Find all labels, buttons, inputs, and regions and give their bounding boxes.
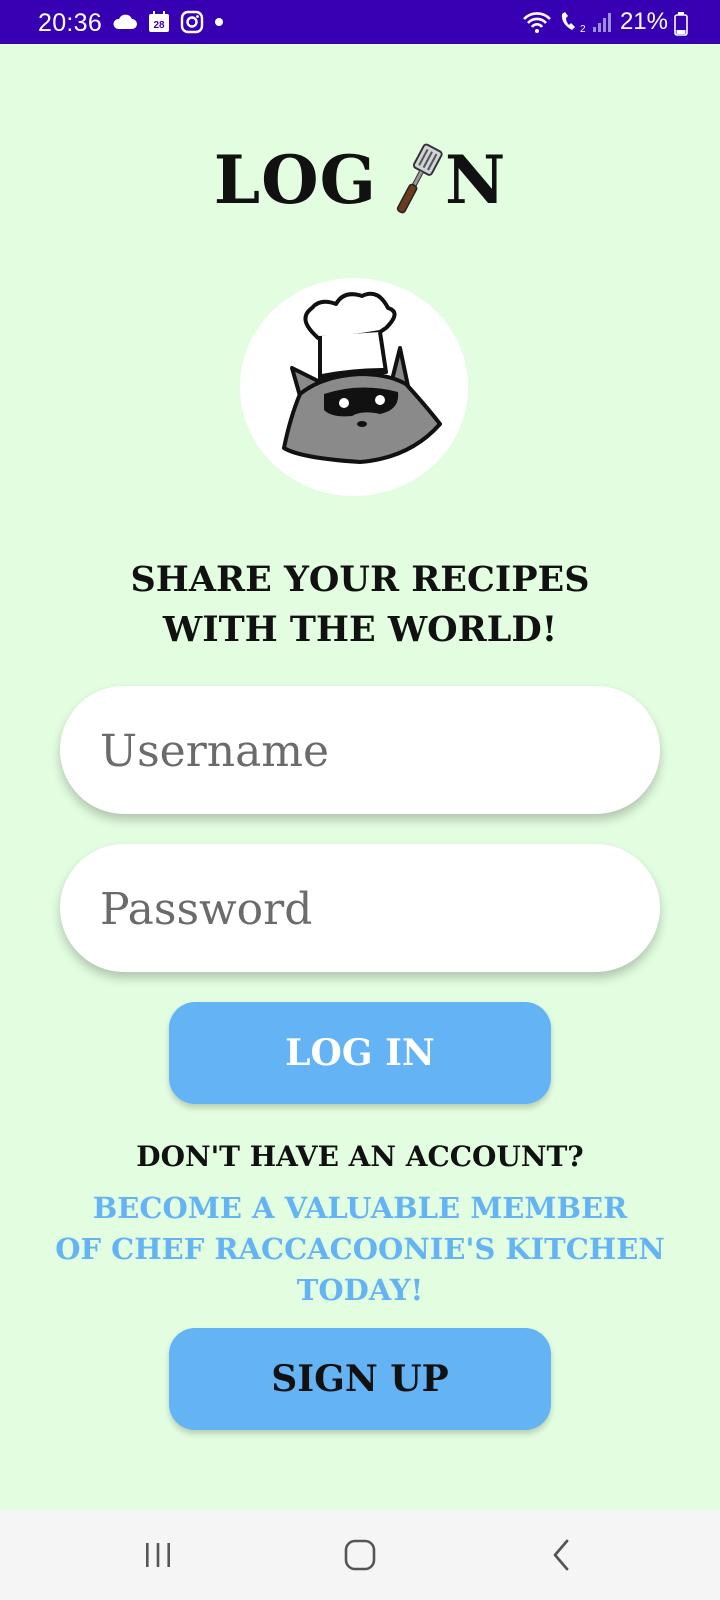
home-icon [344,1539,376,1571]
tagline-line-1: SHARE YOUR RECIPES [130,559,590,600]
title-left: LOG [213,141,377,219]
signup-promo-text: BECOME A VALUABLE MEMBER OF CHEF RACCACO… [0,1188,720,1311]
page-title: LOG N [0,140,720,220]
login-button[interactable]: LOG IN [169,1002,551,1104]
signup-button[interactable]: SIGN UP [169,1328,551,1430]
status-time: 20:36 [38,9,103,37]
calendar-icon: 28 [149,11,169,32]
spatula-icon [396,143,443,214]
recent-apps-button[interactable] [128,1530,188,1580]
promo-line-1: BECOME A VALUABLE MEMBER [92,1191,628,1225]
system-nav-bar [0,1510,720,1600]
back-icon [553,1539,569,1571]
tagline: SHARE YOUR RECIPES WITH THE WORLD! [0,555,720,655]
no-account-text: DON'T HAVE AN ACCOUNT? [136,1140,584,1173]
password-field[interactable] [60,844,660,974]
promo-line-2: OF CHEF RACCACOONIE'S KITCHEN [55,1232,665,1266]
recent-apps-icon [146,1543,170,1567]
svg-text:2: 2 [580,24,586,34]
status-bar: 20:36 28 2 21% [0,0,720,44]
signal-icon [592,13,611,32]
title-right: N [444,141,507,219]
raccoon-chef-icon [282,291,442,464]
battery-icon [674,12,688,36]
login-screen: 20:36 28 2 21% LOG N SHARE YOUR RECIPES … [0,0,720,1600]
instagram-icon [180,10,204,34]
dot-icon [215,18,223,26]
username-field[interactable] [60,686,660,816]
wifi-calling-icon: 2 [561,12,586,34]
tagline-line-2: WITH THE WORLD! [162,609,558,650]
password-input[interactable] [98,844,622,974]
home-button[interactable] [330,1530,390,1580]
chef-raccoon-avatar [240,278,468,496]
notification-icons: 28 [112,10,224,34]
username-input[interactable] [98,686,622,816]
wifi-icon [523,12,551,33]
battery-percent: 21% [619,8,668,35]
system-status: 2 21% [522,8,668,36]
promo-line-3: TODAY! [296,1273,424,1307]
back-button[interactable] [532,1530,592,1580]
cloud-icon [113,14,137,29]
calendar-day: 28 [153,20,165,31]
